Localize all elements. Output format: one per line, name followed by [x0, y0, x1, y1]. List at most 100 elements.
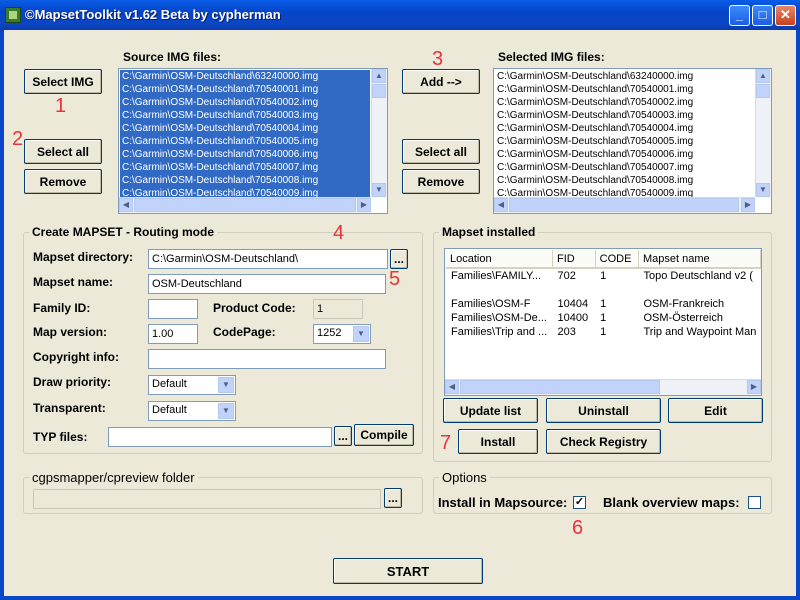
draw-priority-select[interactable]: Default ▼ [148, 375, 236, 395]
table-cell: 1 [600, 312, 607, 324]
table-row[interactable]: Families\Trip and ... 203 1 Trip and Waypoi… [446, 325, 761, 339]
uninstall-button[interactable]: Uninstall [546, 398, 661, 423]
mapset-directory-field[interactable]: C:\Garmin\OSM-Deutschland\ [148, 249, 388, 269]
list-item[interactable]: C:\Garmin\OSM-Deutschland\70540002.img [120, 96, 370, 109]
list-item[interactable]: C:\Garmin\OSM-Deutschland\70540001.img [495, 83, 754, 96]
installed-hscroll[interactable]: ◀ ▶ [445, 379, 761, 395]
list-item[interactable]: C:\Garmin\OSM-Deutschland\70540007.img [495, 161, 754, 174]
table-row[interactable]: Families\FAMILY... 702 1 Topo Deutschland v… [446, 268, 761, 283]
scroll-thumb[interactable] [509, 198, 739, 212]
table-cell: 1 [600, 298, 607, 310]
blank-overview-label: Blank overview maps: [603, 495, 740, 510]
chevron-down-icon[interactable]: ▼ [353, 326, 369, 342]
scroll-up-icon[interactable]: ▲ [372, 69, 386, 83]
remove-source-button[interactable]: Remove [24, 169, 102, 194]
install-in-mapsource-checkbox[interactable]: ✓ [573, 496, 586, 509]
table-cell [446, 283, 552, 297]
install-in-mapsource-label: Install in Mapsource: [438, 495, 568, 510]
close-button[interactable]: ✕ [775, 5, 796, 26]
add-button[interactable]: Add --> [402, 69, 480, 94]
cgpsmapper-title: cgpsmapper/cpreview folder [29, 470, 198, 485]
update-list-button[interactable]: Update list [443, 398, 538, 423]
scroll-up-icon[interactable]: ▲ [756, 69, 770, 83]
remove-selected-button[interactable]: Remove [402, 169, 480, 194]
installed-mapsets-table[interactable]: Location FID CODE Mapset name Families\FAMI… [444, 248, 762, 396]
browse-directory-button[interactable]: ... [390, 249, 408, 269]
check-registry-button[interactable]: Check Registry [546, 429, 661, 454]
list-item[interactable]: C:\Garmin\OSM-Deutschland\70540003.img [495, 109, 754, 122]
selected-vscroll[interactable]: ▲ ▼ [755, 69, 771, 197]
select-img-button[interactable]: Select IMG [24, 69, 102, 94]
table-row[interactable]: Families\OSM-De... 10400 1 OSM-Österreich [446, 311, 761, 325]
list-item[interactable]: C:\Garmin\OSM-Deutschland\70540004.img [495, 122, 754, 135]
typ-files-field[interactable] [108, 427, 332, 447]
chevron-down-icon[interactable]: ▼ [218, 377, 234, 393]
transparent-label: Transparent: [33, 401, 106, 415]
scroll-thumb[interactable] [134, 198, 356, 212]
source-img-list[interactable]: C:\Garmin\OSM-Deutschland\63240000.img C:… [118, 68, 388, 214]
transparent-select[interactable]: Default ▼ [148, 401, 236, 421]
codepage-select[interactable]: 1252 ▼ [313, 324, 371, 344]
list-item[interactable]: C:\Garmin\OSM-Deutschland\70540008.img [495, 174, 754, 187]
scroll-left-icon[interactable]: ◀ [119, 198, 133, 212]
select-all-source-button[interactable]: Select all [24, 139, 102, 164]
source-vscroll[interactable]: ▲ ▼ [371, 69, 387, 197]
maximize-button[interactable]: □ [752, 5, 773, 26]
table-row[interactable] [446, 283, 761, 297]
list-item[interactable]: C:\Garmin\OSM-Deutschland\70540004.img [120, 122, 370, 135]
blank-overview-checkbox[interactable] [748, 496, 761, 509]
source-hscroll[interactable]: ◀ ▶ [119, 197, 371, 213]
family-id-field[interactable] [148, 299, 198, 319]
list-item[interactable]: C:\Garmin\OSM-Deutschland\70540001.img [120, 83, 370, 96]
scroll-thumb[interactable] [756, 84, 770, 98]
table-cell: Families\OSM-De... [451, 312, 547, 324]
browse-typ-button[interactable]: ... [334, 426, 352, 446]
column-header[interactable]: Mapset name [638, 250, 761, 269]
column-header[interactable]: Location [446, 250, 553, 269]
list-item[interactable]: C:\Garmin\OSM-Deutschland\70540002.img [495, 96, 754, 109]
list-item[interactable]: C:\Garmin\OSM-Deutschland\70540006.img [120, 148, 370, 161]
column-header[interactable]: FID [552, 250, 596, 269]
scroll-right-icon[interactable]: ▶ [357, 198, 371, 212]
copyright-field[interactable] [148, 349, 386, 369]
map-version-field[interactable]: 1.00 [148, 324, 198, 344]
selected-img-list[interactable]: C:\Garmin\OSM-Deutschland\63240000.img C:… [493, 68, 772, 214]
annotation-3: 3 [432, 48, 444, 70]
edit-button[interactable]: Edit [668, 398, 763, 423]
scroll-down-icon[interactable]: ▼ [372, 183, 386, 197]
scroll-thumb[interactable] [372, 84, 386, 98]
start-button[interactable]: START [333, 558, 483, 584]
scroll-thumb[interactable] [460, 380, 660, 394]
scroll-right-icon[interactable]: ▶ [747, 380, 761, 394]
column-header[interactable]: CODE [595, 250, 639, 269]
list-item[interactable]: C:\Garmin\OSM-Deutschland\70540005.img [495, 135, 754, 148]
transparent-value: Default [152, 404, 187, 416]
scroll-left-icon[interactable]: ◀ [445, 380, 459, 394]
product-code-label: Product Code: [213, 301, 296, 315]
chevron-down-icon[interactable]: ▼ [218, 403, 234, 419]
annotation-5: 5 [389, 268, 401, 290]
compile-button[interactable]: Compile [354, 424, 414, 446]
table-cell: 702 [557, 270, 576, 282]
scroll-left-icon[interactable]: ◀ [494, 198, 508, 212]
selected-hscroll[interactable]: ◀ ▶ [494, 197, 755, 213]
list-item[interactable]: C:\Garmin\OSM-Deutschland\63240000.img [495, 70, 754, 83]
list-item[interactable]: C:\Garmin\OSM-Deutschland\70540006.img [495, 148, 754, 161]
install-button[interactable]: Install [458, 429, 538, 454]
minimize-button[interactable]: _ [729, 5, 750, 26]
list-item[interactable]: C:\Garmin\OSM-Deutschland\70540005.img [120, 135, 370, 148]
product-code-field: 1 [313, 299, 363, 319]
mapset-name-field[interactable]: OSM-Deutschland [148, 274, 386, 294]
installed-mapsets-listview: Location FID CODE Mapset name Families\FAMI… [446, 250, 761, 339]
select-all-selected-button[interactable]: Select all [402, 139, 480, 164]
list-item[interactable]: C:\Garmin\OSM-Deutschland\70540007.img [120, 161, 370, 174]
browse-cgps-button[interactable]: ... [384, 488, 402, 508]
list-item[interactable]: C:\Garmin\OSM-Deutschland\70540003.img [120, 109, 370, 122]
copyright-label: Copyright info: [33, 350, 119, 364]
list-item[interactable]: C:\Garmin\OSM-Deutschland\63240000.img [120, 70, 370, 83]
scroll-right-icon[interactable]: ▶ [741, 198, 755, 212]
scroll-down-icon[interactable]: ▼ [756, 183, 770, 197]
window-title: ©MapsetToolkit v1.62 Beta by cypherman [25, 7, 281, 22]
list-item[interactable]: C:\Garmin\OSM-Deutschland\70540008.img [120, 174, 370, 187]
table-row[interactable]: Families\OSM-F 10404 1 OSM-Frankreich [446, 297, 761, 311]
